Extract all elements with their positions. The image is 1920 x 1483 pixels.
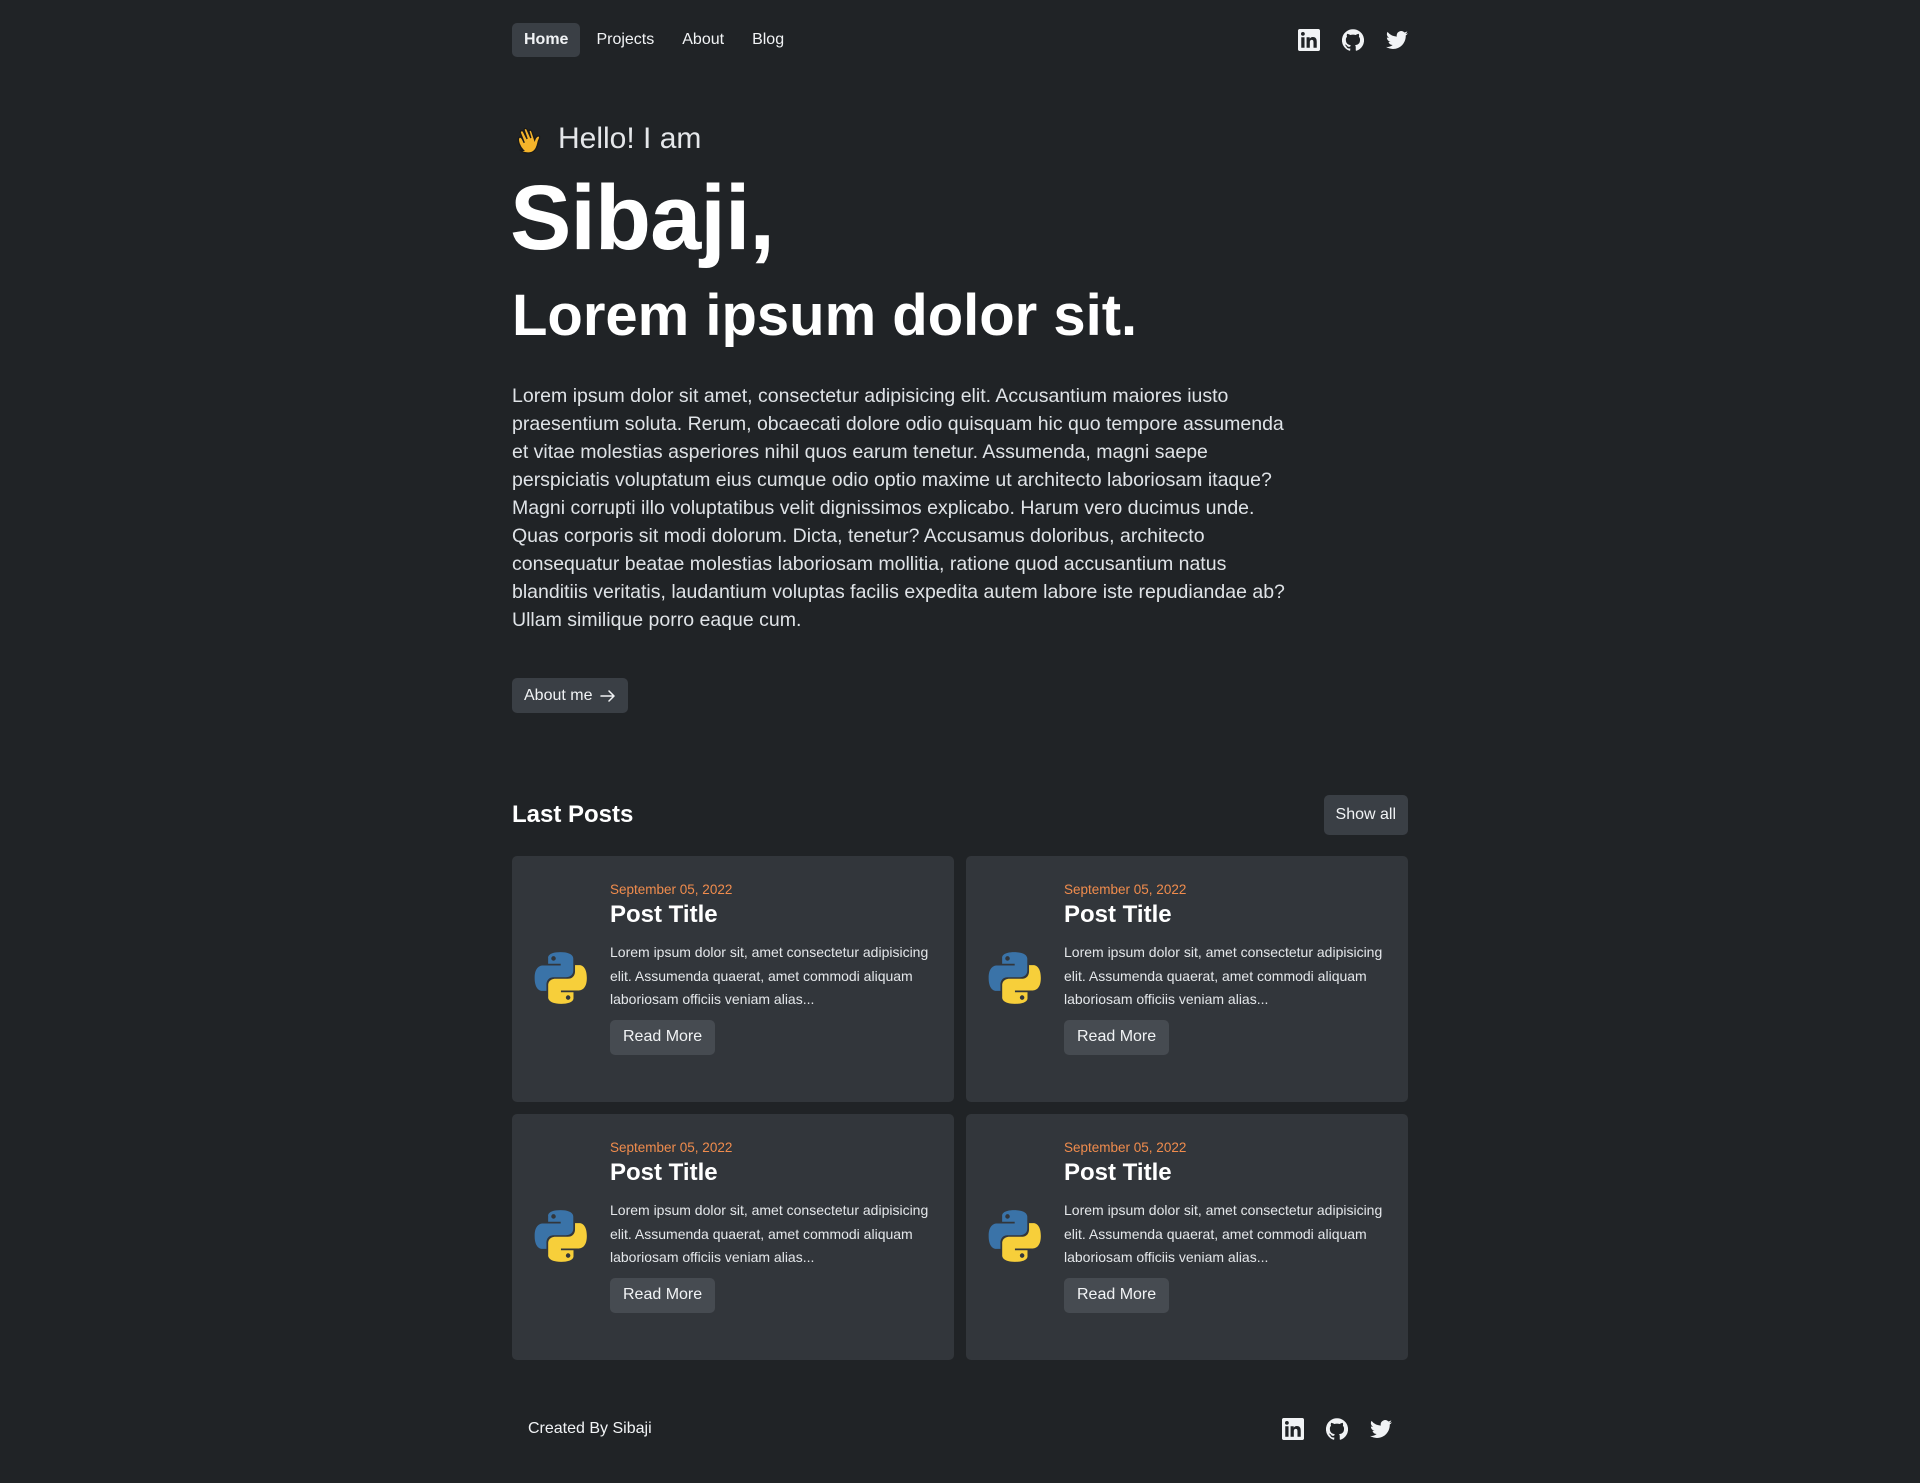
post-date: September 05, 2022 [1064,1140,1187,1155]
post-card: September 05, 2022 Post Title Lorem ipsu… [512,1114,954,1360]
show-all-button[interactable]: Show all [1323,795,1408,835]
post-title: Post Title [610,1159,718,1186]
footer-credit: Created By Sibaji [528,1420,652,1437]
post-title: Post Title [610,901,718,928]
post-card: September 05, 2022 Post Title Lorem ipsu… [966,1114,1408,1360]
post-title: Post Title [1064,1159,1172,1186]
footer-social-links [1282,1418,1392,1440]
linkedin-icon[interactable] [1282,1418,1304,1440]
post-card: September 05, 2022 Post Title Lorem ipsu… [512,856,954,1102]
post-date: September 05, 2022 [1064,882,1187,897]
post-excerpt: Lorem ipsum dolor sit, amet consectetur … [610,1202,929,1265]
nav-home-link[interactable]: Home [512,23,581,57]
read-more-button[interactable]: Read More [1064,1277,1170,1313]
greeting: Hello! I am [512,122,701,156]
linkedin-icon[interactable] [1298,29,1320,51]
post-excerpt: Lorem ipsum dolor sit, amet consectetur … [1064,944,1383,1007]
post-date: September 05, 2022 [610,1140,733,1155]
arrow-right-icon [600,689,616,702]
twitter-icon[interactable] [1370,1418,1392,1440]
hero-intro: Lorem ipsum dolor sit amet, consectetur … [512,385,1285,631]
post-date: September 05, 2022 [610,882,733,897]
top-nav: Home Projects About Blog [512,22,1408,58]
nav-about-link[interactable]: About [670,23,736,57]
read-more-button[interactable]: Read More [610,1019,716,1055]
python-logo-icon [986,949,1044,1007]
posts-header: Last Posts Show all [512,795,1408,835]
waving-hand-icon [517,127,541,154]
nav-projects-link[interactable]: Projects [584,23,666,57]
python-logo-icon [532,1207,590,1265]
read-more-button[interactable]: Read More [610,1277,716,1313]
footer: Created By Sibaji [528,1418,1392,1440]
nav-blog-link[interactable]: Blog [740,23,796,57]
python-logo-icon [986,1207,1044,1265]
posts-title: Last Posts [512,801,634,828]
github-icon[interactable] [1342,29,1364,51]
post-card: September 05, 2022 Post Title Lorem ipsu… [966,856,1408,1102]
python-logo-icon [532,949,590,1007]
greeting-text: Hello! I am [558,122,702,155]
nav-social-links [1298,29,1408,51]
hero-name: Sibaji, [510,167,775,269]
about-me-button[interactable]: About me [512,678,629,713]
posts-grid: September 05, 2022 Post Title Lorem ipsu… [512,856,1408,1360]
post-excerpt: Lorem ipsum dolor sit, amet consectetur … [610,944,929,1007]
nav-links: Home Projects About Blog [512,23,796,57]
post-title: Post Title [1064,901,1172,928]
hero-tagline: Lorem ipsum dolor sit. [512,283,1138,348]
twitter-icon[interactable] [1386,29,1408,51]
read-more-button[interactable]: Read More [1064,1019,1170,1055]
post-excerpt: Lorem ipsum dolor sit, amet consectetur … [1064,1202,1383,1265]
about-me-label: About me [524,686,593,704]
github-icon[interactable] [1326,1418,1348,1440]
